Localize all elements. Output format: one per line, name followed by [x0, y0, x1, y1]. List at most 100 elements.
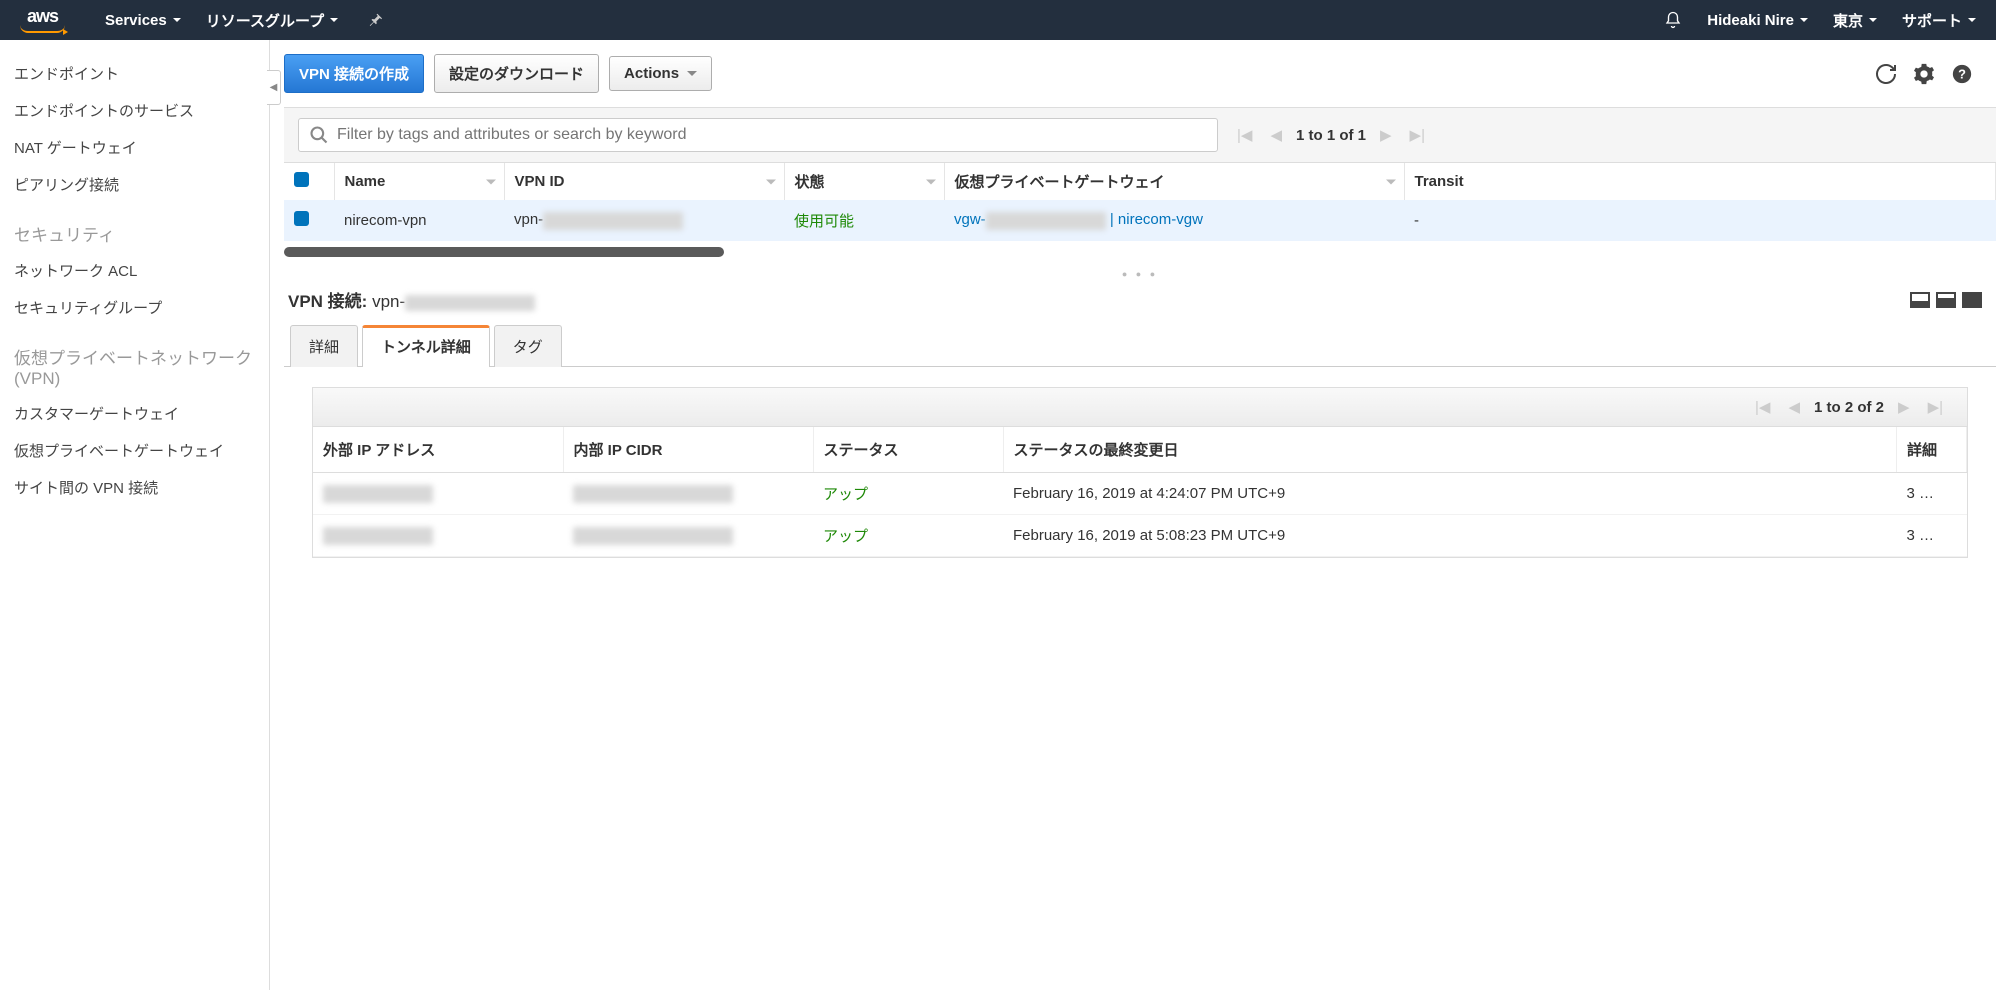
pager-first-icon: |◀ [1233, 124, 1256, 146]
panel-layout-controls [1910, 292, 1982, 308]
create-vpn-button[interactable]: VPN 接続の作成 [284, 54, 424, 93]
caret-down-icon [687, 71, 697, 76]
cell-vgw: vgw- | nirecom-vgw [944, 200, 1404, 241]
sort-caret-icon [926, 179, 936, 184]
nav-resource-groups-label: リソースグループ [206, 10, 324, 31]
sidebar-item-peering[interactable]: ピアリング接続 [8, 166, 261, 203]
nav-user-label: Hideaki Nire [1707, 12, 1794, 29]
table-row[interactable]: nirecom-vpn vpn- 使用可能 vgw- | nirecom-vgw… [284, 200, 1996, 241]
tunnel-table: 外部 IP アドレス 内部 IP CIDR ステータス ステータスの最終変更日 … [313, 427, 1967, 557]
column-inner-cidr[interactable]: 内部 IP CIDR [563, 427, 813, 473]
cell-state: 使用可能 [784, 200, 944, 241]
search-box[interactable] [298, 118, 1218, 152]
sidebar-item-nat-gateways[interactable]: NAT ゲートウェイ [8, 129, 261, 166]
tab-tunnel-details[interactable]: トンネル詳細 [362, 325, 490, 367]
pin-icon[interactable] [368, 12, 382, 29]
column-transit[interactable]: Transit [1404, 163, 1996, 200]
column-vgw[interactable]: 仮想プライベートゲートウェイ [944, 163, 1404, 200]
row-checkbox[interactable] [294, 211, 309, 226]
sort-caret-icon [486, 179, 496, 184]
cell-transit: - [1404, 200, 1996, 241]
action-toolbar: VPN 接続の作成 設定のダウンロード Actions ? [284, 54, 1996, 93]
nav-support-label: サポート [1902, 10, 1962, 31]
nav-region-label: 東京 [1833, 10, 1863, 31]
sidebar-heading-vpn: 仮想プライベートネットワーク (VPN) [8, 326, 261, 395]
tab-details[interactable]: 詳細 [290, 325, 358, 367]
sidebar-item-endpoint-services[interactable]: エンドポイントのサービス [8, 92, 261, 129]
column-details[interactable]: 詳細 [1897, 427, 1967, 473]
redacted-value [323, 485, 433, 503]
cell-outer-ip [313, 473, 563, 515]
pager-prev-icon: ◀ [1784, 396, 1804, 418]
detail-title: VPN 接続: vpn- [288, 287, 535, 312]
detail-tabs: 詳細 トンネル詳細 タグ [284, 324, 1996, 367]
sidebar-item-site-to-site-vpn[interactable]: サイト間の VPN 接続 [8, 469, 261, 506]
redacted-value [543, 212, 683, 230]
column-checkbox[interactable] [284, 163, 334, 200]
settings-icon[interactable] [1910, 60, 1938, 88]
cell-details: 3 … [1897, 515, 1967, 557]
refresh-icon[interactable] [1872, 60, 1900, 88]
horizontal-scrollbar[interactable] [284, 247, 1996, 257]
cell-vpn-id: vpn- [504, 200, 784, 241]
nav-user[interactable]: Hideaki Nire [1707, 12, 1808, 29]
panel-resize-handle[interactable]: ● ● ● [284, 269, 1996, 279]
column-vpn-id[interactable]: VPN ID [504, 163, 784, 200]
table-row[interactable]: アップ February 16, 2019 at 5:08:23 PM UTC+… [313, 515, 1967, 557]
tunnel-pager: |◀ ◀ 1 to 2 of 2 ▶ ▶| [313, 388, 1967, 427]
aws-logo[interactable]: aws [20, 7, 65, 33]
sort-caret-icon [766, 179, 776, 184]
cell-status: アップ [813, 473, 1003, 515]
sidebar-item-security-groups[interactable]: セキュリティグループ [8, 289, 261, 326]
caret-down-icon [1968, 18, 1976, 22]
layout-bottom-half-icon[interactable] [1936, 292, 1956, 308]
download-config-button[interactable]: 設定のダウンロード [434, 54, 599, 93]
sidebar-item-network-acl[interactable]: ネットワーク ACL [8, 252, 261, 289]
vpn-connections-table: Name VPN ID 状態 仮想プライベートゲートウェイ Transit ni… [284, 163, 1996, 241]
top-nav-bar: aws Services リソースグループ Hideaki Nire 東京 サポ… [0, 0, 1996, 40]
help-icon[interactable]: ? [1948, 60, 1976, 88]
cell-inner-cidr [563, 515, 813, 557]
select-all-checkbox[interactable] [294, 172, 309, 187]
tab-tags[interactable]: タグ [494, 325, 562, 367]
column-outer-ip[interactable]: 外部 IP アドレス [313, 427, 563, 473]
search-input[interactable] [337, 126, 1207, 144]
detail-header: VPN 接続: vpn- [284, 283, 1996, 324]
nav-resource-groups[interactable]: リソースグループ [206, 10, 338, 31]
layout-bottom-full-icon[interactable] [1962, 292, 1982, 308]
tunnel-details-panel: |◀ ◀ 1 to 2 of 2 ▶ ▶| 外部 IP アドレス 内部 IP C… [284, 367, 1996, 578]
pager-next-icon: ▶ [1376, 124, 1396, 146]
scrollbar-thumb[interactable] [284, 247, 724, 257]
cell-inner-cidr [563, 473, 813, 515]
redacted-value [405, 295, 535, 311]
cell-status: アップ [813, 515, 1003, 557]
column-status[interactable]: ステータス [813, 427, 1003, 473]
pager-last-icon: ▶| [1406, 124, 1429, 146]
caret-down-icon [173, 18, 181, 22]
sidebar-item-endpoints[interactable]: エンドポイント [8, 55, 261, 92]
column-name[interactable]: Name [334, 163, 504, 200]
cell-status-change: February 16, 2019 at 4:24:07 PM UTC+9 [1003, 473, 1897, 515]
table-row[interactable]: アップ February 16, 2019 at 4:24:07 PM UTC+… [313, 473, 1967, 515]
sidebar-item-customer-gateways[interactable]: カスタマーゲートウェイ [8, 395, 261, 432]
nav-region[interactable]: 東京 [1833, 10, 1877, 31]
sidebar-item-virtual-private-gateways[interactable]: 仮想プライベートゲートウェイ [8, 432, 261, 469]
cell-details: 3 … [1897, 473, 1967, 515]
column-state[interactable]: 状態 [784, 163, 944, 200]
layout-bottom-small-icon[interactable] [1910, 292, 1930, 308]
pager-prev-icon: ◀ [1266, 124, 1286, 146]
pager-last-icon: ▶| [1924, 396, 1947, 418]
actions-dropdown-label: Actions [624, 65, 679, 82]
svg-text:?: ? [1958, 66, 1966, 81]
column-status-change[interactable]: ステータスの最終変更日 [1003, 427, 1897, 473]
pager-text: 1 to 1 of 1 [1296, 127, 1366, 144]
notifications-icon[interactable] [1664, 11, 1682, 29]
redacted-value [573, 485, 733, 503]
tunnel-pager-text: 1 to 2 of 2 [1814, 399, 1884, 416]
nav-services[interactable]: Services [105, 12, 181, 29]
actions-dropdown[interactable]: Actions [609, 56, 712, 91]
sidebar-collapse-button[interactable]: ◀ [267, 70, 281, 105]
sort-caret-icon [1386, 179, 1396, 184]
nav-support[interactable]: サポート [1902, 10, 1976, 31]
main-content: VPN 接続の作成 設定のダウンロード Actions ? [270, 40, 1996, 990]
